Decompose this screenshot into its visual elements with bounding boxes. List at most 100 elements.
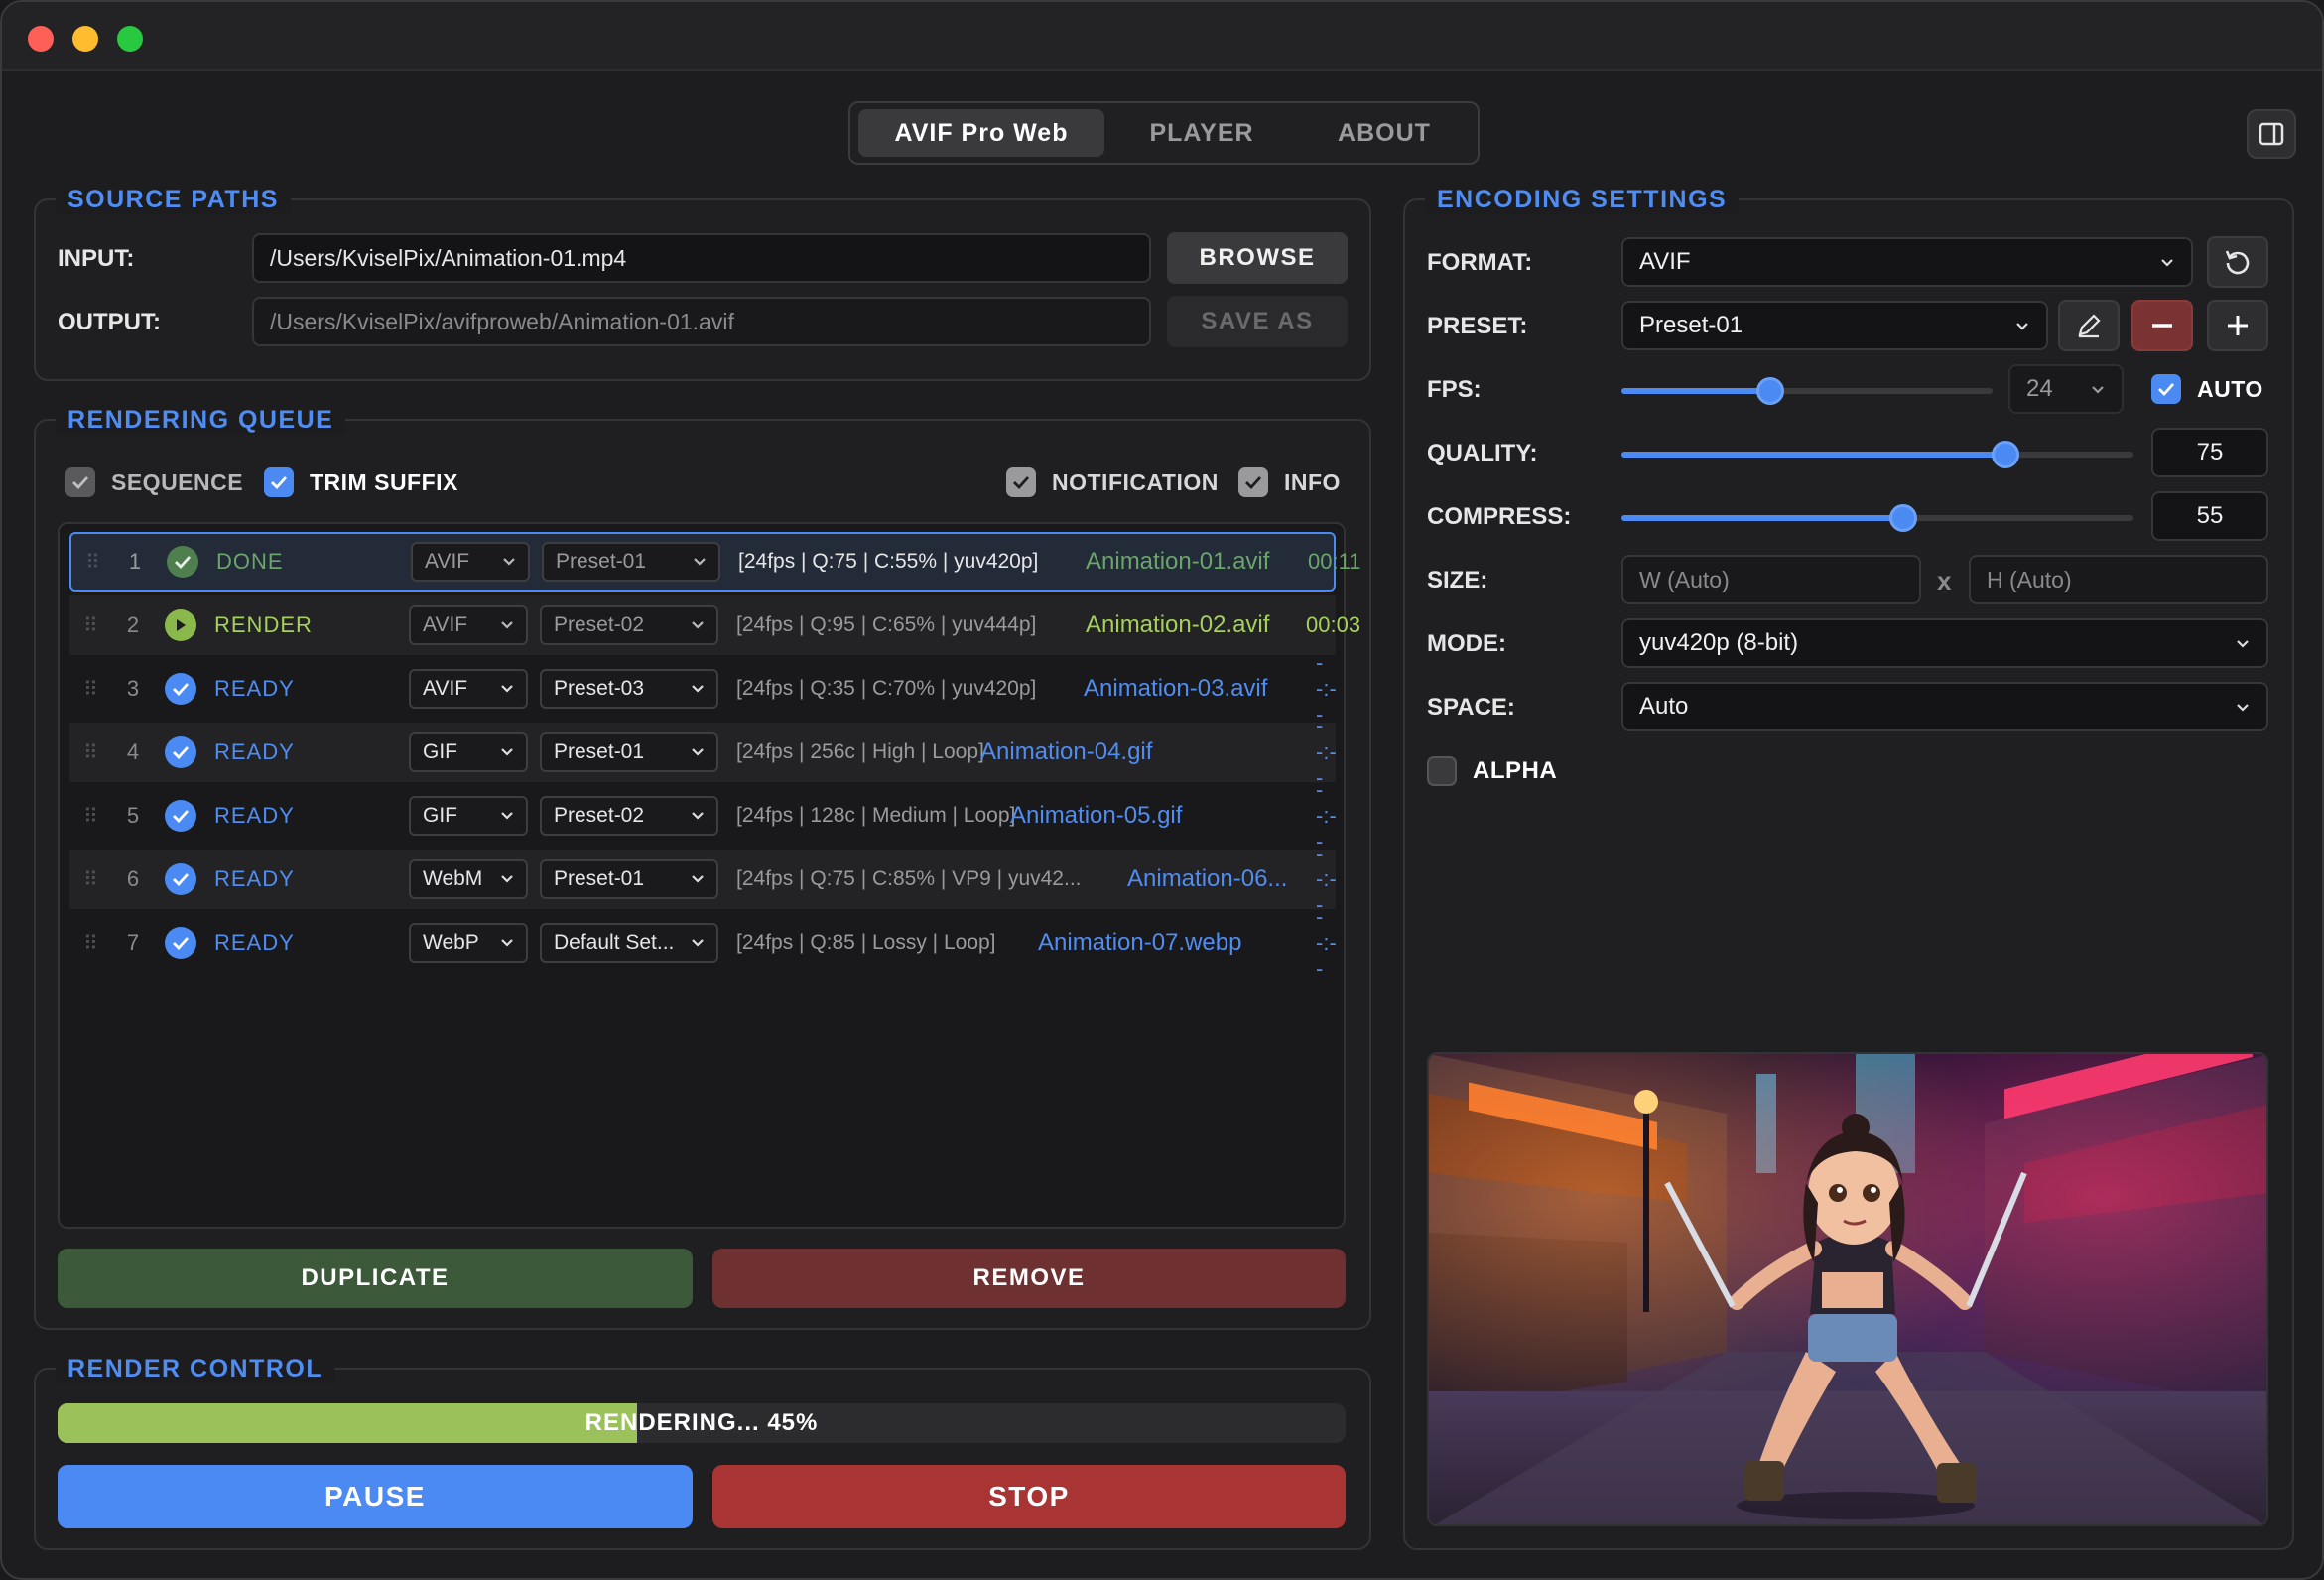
row-preset-select[interactable]: Preset-02 [540, 605, 718, 645]
queue-row[interactable]: ⠿ 1 DONE AVIF Preset-01 [24fps | Q:75 | … [69, 532, 1360, 592]
remove-button[interactable]: REMOVE [712, 1249, 1346, 1308]
chevron-down-icon [501, 875, 513, 883]
duplicate-button[interactable]: DUPLICATE [58, 1249, 693, 1308]
width-input[interactable]: W (Auto) [1621, 555, 1921, 604]
fps-slider-knob[interactable] [1755, 377, 1784, 405]
alpha-check-box[interactable] [1427, 756, 1457, 786]
sequence-check-box[interactable] [65, 467, 95, 497]
chevron-down-icon [2161, 259, 2173, 267]
reset-icon [2225, 250, 2250, 275]
tab-player[interactable]: PLAYER [1104, 109, 1299, 157]
row-preset-select[interactable]: Preset-01 [540, 732, 718, 772]
row-format-select[interactable]: AVIF [409, 605, 528, 645]
drag-handle-icon[interactable]: ⠿ [85, 550, 100, 575]
chevron-down-icon [2092, 386, 2104, 394]
sidebar-toggle-button[interactable] [2247, 109, 2296, 159]
zoom-window-button[interactable] [117, 26, 143, 52]
save-as-button[interactable]: SAVE AS [1167, 296, 1348, 347]
plus-icon [2228, 316, 2248, 335]
alpha-checkbox[interactable]: ALPHA [1427, 756, 1557, 786]
row-preset-select[interactable]: Preset-03 [540, 669, 718, 709]
format-label: FORMAT: [1427, 249, 1533, 276]
output-path-field[interactable]: /Users/KviselPix/avifproweb/Animation-01… [252, 297, 1151, 346]
drag-handle-icon[interactable]: ⠿ [83, 613, 98, 638]
height-input[interactable]: H (Auto) [1969, 555, 2268, 604]
edit-preset-button[interactable] [2058, 300, 2120, 351]
size-label: SIZE: [1427, 567, 1488, 593]
quality-slider-knob[interactable] [1992, 441, 2019, 468]
browse-button[interactable]: BROWSE [1167, 232, 1348, 284]
queue-row[interactable]: ⠿ 6 READY WebM Preset-01 [24fps | Q:75 |… [69, 841, 1337, 917]
render-progress-bar: RENDERING... 45% [58, 1403, 1346, 1443]
input-label: INPUT: [58, 245, 135, 272]
row-format-select[interactable]: WebP [409, 923, 528, 963]
queue-row[interactable]: ⠿ 3 READY AVIF Preset-03 [24fps | Q:35 |… [69, 650, 1337, 726]
compress-slider-knob[interactable] [1888, 504, 1917, 532]
tab-about[interactable]: ABOUT [1299, 109, 1470, 157]
mode-select[interactable]: yuv420p (8-bit) [1621, 618, 2268, 668]
pause-button[interactable]: PAUSE [58, 1465, 693, 1528]
add-preset-button[interactable] [2207, 300, 2268, 351]
row-format-select[interactable]: GIF [409, 796, 528, 836]
space-select[interactable]: Auto [1621, 682, 2268, 731]
drag-handle-icon[interactable]: ⠿ [83, 804, 98, 829]
sequence-checkbox[interactable]: SEQUENCE [65, 467, 243, 497]
stop-button[interactable]: STOP [712, 1465, 1346, 1528]
chevron-down-icon [692, 812, 704, 820]
row-status: READY [214, 676, 295, 701]
row-time: 00:03 [1306, 612, 1361, 637]
row-preset-select[interactable]: Preset-01 [540, 859, 718, 899]
queue-row[interactable]: ⠿ 2 RENDER AVIF Preset-02 [24fps | Q:95 … [69, 595, 1360, 655]
notification-checkbox[interactable]: NOTIFICATION [1006, 467, 1219, 497]
trim-suffix-check-box[interactable] [264, 467, 294, 497]
minus-icon [2152, 324, 2172, 328]
row-preset-select[interactable]: Default Set... [540, 923, 718, 963]
rendering-queue-title: RENDERING QUEUE [56, 405, 346, 435]
fps-auto-checkbox[interactable]: AUTO [2151, 374, 2263, 404]
row-format-select[interactable]: AVIF [411, 542, 530, 582]
drag-handle-icon[interactable]: ⠿ [83, 867, 98, 892]
row-output-name: Animation-01.avif [1086, 548, 1270, 575]
format-select[interactable]: AVIF [1621, 237, 2193, 287]
quality-value-field[interactable]: 75 [2151, 428, 2268, 477]
notification-label: NOTIFICATION [1052, 468, 1219, 495]
row-format-select[interactable]: WebM [409, 859, 528, 899]
queue-row[interactable]: ⠿ 4 READY GIF Preset-01 [24fps | 256c | … [69, 714, 1337, 790]
preset-value: Preset-03 [554, 677, 645, 700]
compress-slider[interactable] [1621, 504, 2133, 532]
ready-status-icon [165, 736, 196, 768]
row-preset-select[interactable]: Preset-01 [542, 542, 720, 582]
remove-preset-button[interactable] [2131, 300, 2193, 351]
format-value: AVIF [425, 550, 470, 573]
chevron-down-icon [501, 939, 513, 947]
queue-row[interactable]: ⠿ 5 READY GIF Preset-02 [24fps | 128c | … [69, 777, 1337, 854]
fps-slider[interactable] [1621, 377, 1993, 405]
chevron-down-icon [692, 685, 704, 693]
info-checkbox[interactable]: INFO [1238, 467, 1341, 497]
drag-handle-icon[interactable]: ⠿ [83, 677, 98, 702]
row-preset-select[interactable]: Preset-02 [540, 796, 718, 836]
notification-check-box[interactable] [1006, 467, 1036, 497]
chevron-down-icon [692, 621, 704, 629]
checkmark-icon [2158, 383, 2175, 396]
preset-select[interactable]: Preset-01 [1621, 301, 2048, 350]
queue-row[interactable]: ⠿ 7 READY WebP Default Set... [24fps | Q… [69, 904, 1337, 981]
row-format-select[interactable]: GIF [409, 732, 528, 772]
minimize-window-button[interactable] [72, 26, 98, 52]
input-path-field[interactable]: /Users/KviselPix/Animation-01.mp4 [252, 233, 1151, 283]
fps-select[interactable]: 24 [2008, 364, 2124, 414]
row-format-select[interactable]: AVIF [409, 669, 528, 709]
close-window-button[interactable] [28, 26, 54, 52]
info-check-box[interactable] [1238, 467, 1268, 497]
trim-suffix-checkbox[interactable]: TRIM SUFFIX [264, 467, 458, 497]
compress-value-field[interactable]: 55 [2151, 491, 2268, 541]
row-output-name: Animation-03.avif [1084, 675, 1268, 702]
drag-handle-icon[interactable]: ⠿ [83, 931, 98, 956]
drag-handle-icon[interactable]: ⠿ [83, 740, 98, 765]
output-label: OUTPUT: [58, 309, 161, 335]
tab-avif-pro-web[interactable]: AVIF Pro Web [858, 109, 1104, 157]
reset-button[interactable] [2207, 236, 2268, 288]
quality-slider[interactable] [1621, 441, 2133, 468]
done-status-icon [167, 546, 198, 578]
auto-check-box[interactable] [2151, 374, 2181, 404]
